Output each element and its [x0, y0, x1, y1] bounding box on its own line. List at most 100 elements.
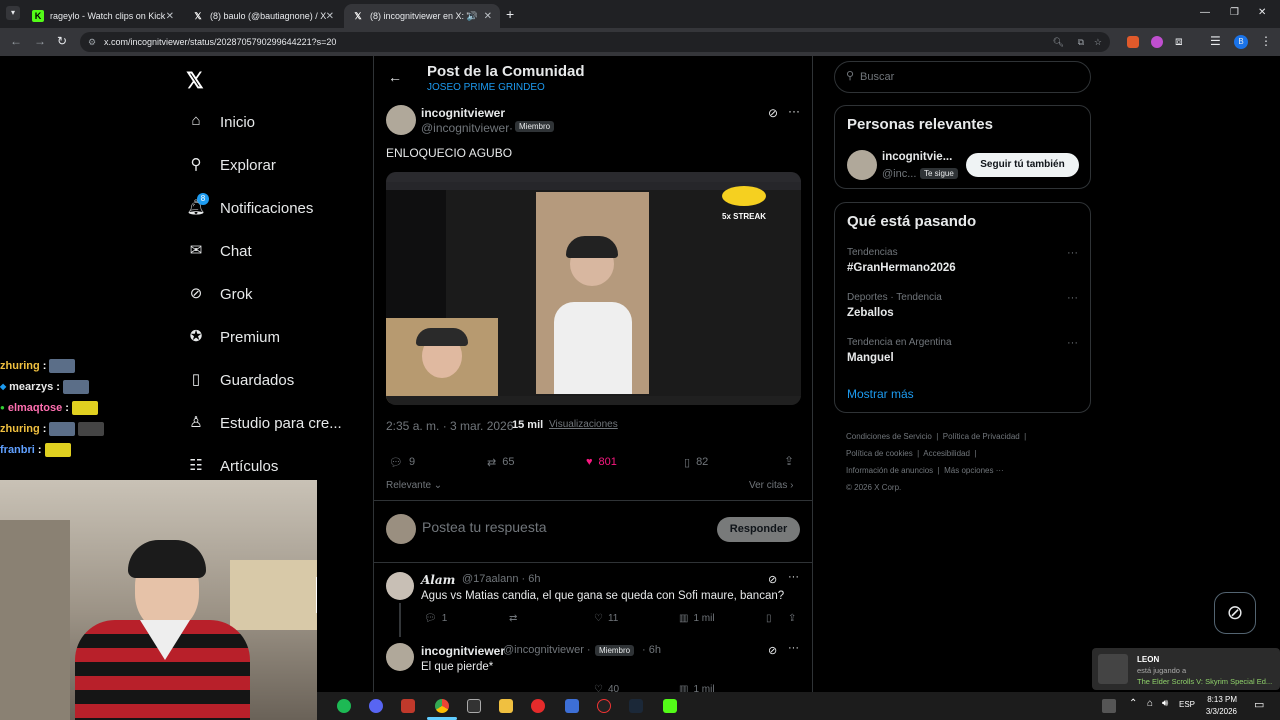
- grok-icon[interactable]: ⊘: [768, 644, 777, 657]
- obs-icon[interactable]: [597, 699, 611, 713]
- star-icon[interactable]: ☆: [1094, 32, 1102, 52]
- author-handle[interactable]: @incognitviewer: [421, 121, 509, 135]
- user-name[interactable]: incognitvie...: [882, 151, 952, 163]
- kick-icon[interactable]: [663, 699, 677, 713]
- nav-articles[interactable]: ☷ Artículos: [186, 456, 278, 476]
- reply-input[interactable]: Postea tu respuesta: [422, 519, 547, 535]
- avatar[interactable]: [386, 572, 414, 600]
- forward-button[interactable]: →: [34, 34, 46, 48]
- post-media[interactable]: 5x STREAK: [386, 172, 801, 405]
- tab-baulo[interactable]: 𝕏 (8) baulo (@bautiagnone) / X ✕: [184, 4, 342, 28]
- nav-creator-studio[interactable]: ♙ Estudio para cre...: [186, 413, 341, 433]
- close-icon[interactable]: ✕: [326, 11, 334, 22]
- reply-handle[interactable]: @17aalann · 6h: [462, 573, 540, 585]
- game-activity-toast[interactable]: LEON está jugando a The Elder Scrolls V:…: [1092, 648, 1280, 690]
- bookmark-icon[interactable]: ▯: [766, 613, 772, 624]
- speaker-icon[interactable]: 🔊: [467, 11, 478, 22]
- tab-search-button[interactable]: ▾: [6, 6, 20, 20]
- puzzle-icon[interactable]: ⧈: [1175, 34, 1183, 49]
- reply-action[interactable]: 💬︎ 9: [389, 456, 415, 469]
- extension-icon[interactable]: [1127, 36, 1139, 48]
- footer-link[interactable]: Accesibilidad: [923, 449, 970, 458]
- post-timestamp[interactable]: 2:35 a. m. · 3 mar. 2026 ·: [386, 419, 521, 433]
- app-icon[interactable]: [467, 699, 481, 713]
- grok-icon[interactable]: ⊘: [768, 106, 778, 120]
- opera-icon[interactable]: [531, 699, 545, 713]
- community-link[interactable]: JOSEO PRIME GRINDEO: [427, 82, 545, 93]
- like-action[interactable]: ♡ 11: [594, 613, 618, 624]
- chrome-icon[interactable]: [435, 699, 449, 713]
- zoom-icon[interactable]: 🔍︎: [1053, 32, 1064, 52]
- reload-button[interactable]: ↻: [57, 34, 67, 48]
- sort-dropdown[interactable]: Relevante ⌄: [386, 480, 442, 491]
- window-close-button[interactable]: ✕: [1258, 7, 1266, 18]
- footer-link[interactable]: Más opciones ···: [944, 466, 1004, 475]
- notification-center-icon[interactable]: ▭: [1254, 698, 1264, 711]
- like-action[interactable]: ♡ 40: [594, 684, 619, 692]
- reply-action[interactable]: 💬︎ 1: [424, 613, 447, 624]
- search-input[interactable]: ⚲ Buscar: [834, 61, 1091, 93]
- more-icon[interactable]: ···: [1067, 337, 1078, 349]
- nav-home[interactable]: ⌂ Inicio: [186, 112, 255, 132]
- more-icon[interactable]: ···: [788, 642, 799, 654]
- reply-handle[interactable]: @incognitviewer ·: [503, 644, 591, 656]
- share-icon[interactable]: ⇪: [784, 454, 794, 468]
- nav-grok[interactable]: ⊘ Grok: [186, 284, 253, 304]
- trend-item[interactable]: Tendencias #GranHermano2026 ···: [835, 243, 1092, 283]
- grok-icon[interactable]: ⊘: [768, 573, 777, 586]
- clock-time[interactable]: 8:13 PM: [1207, 695, 1237, 704]
- sidepanel-icon[interactable]: ☰: [1210, 34, 1221, 48]
- clock-date[interactable]: 3/3/2026: [1202, 707, 1237, 716]
- user-handle[interactable]: @inc...: [882, 168, 916, 180]
- views-action[interactable]: ▥ 1 mil: [679, 684, 715, 692]
- discord-icon[interactable]: [369, 699, 383, 713]
- x-logo-icon[interactable]: 𝕏: [186, 68, 204, 94]
- trend-item[interactable]: Deportes · Tendencia Zeballos ···: [835, 288, 1092, 328]
- nav-chat[interactable]: ✉ Chat: [186, 241, 252, 261]
- nav-premium[interactable]: ✪ Premium: [186, 327, 280, 347]
- footer-link[interactable]: Condiciones de Servicio: [846, 432, 932, 441]
- steam-icon[interactable]: [629, 699, 643, 713]
- close-icon[interactable]: ✕: [166, 11, 174, 22]
- more-icon[interactable]: ···: [1067, 247, 1078, 259]
- footer-link[interactable]: Política de Privacidad: [943, 432, 1020, 441]
- like-action[interactable]: ♥ 801: [586, 456, 617, 468]
- tray-icon[interactable]: [1102, 699, 1116, 713]
- reply-button[interactable]: Responder: [717, 517, 800, 542]
- reply-author-name[interactable]: incognitviewer: [421, 644, 505, 658]
- nav-bookmarks[interactable]: ▯ Guardados: [186, 370, 294, 390]
- tab-incognitviewer[interactable]: 𝕏 (8) incognitviewer en X: "EN 🔊 ✕: [344, 4, 500, 28]
- back-button[interactable]: ←: [10, 34, 22, 48]
- more-icon[interactable]: ···: [1067, 292, 1078, 304]
- views-action[interactable]: ▥ 1 mil: [679, 613, 715, 624]
- avatar[interactable]: [847, 150, 877, 180]
- extension-icon[interactable]: [1151, 36, 1163, 48]
- url-field[interactable]: ⚙ x.com/incognitviewer/status/2028705790…: [80, 32, 1110, 52]
- language-indicator[interactable]: ESP: [1179, 700, 1195, 709]
- views-label[interactable]: Visualizaciones: [549, 419, 618, 430]
- quotes-link[interactable]: Ver citas ›: [749, 480, 793, 491]
- repost-action[interactable]: ⇄ 65: [487, 456, 514, 469]
- author-name[interactable]: incognitviewer: [421, 106, 505, 120]
- trend-item[interactable]: Tendencia en Argentina Manguel ···: [835, 333, 1092, 373]
- avatar[interactable]: [386, 105, 416, 135]
- close-icon[interactable]: ✕: [484, 11, 492, 22]
- profile-avatar[interactable]: B: [1234, 35, 1248, 49]
- back-arrow-icon[interactable]: ←: [388, 69, 402, 85]
- tab-kick[interactable]: K rageylo - Watch clips on Kick ✕: [24, 4, 182, 28]
- folder-icon[interactable]: [499, 699, 513, 713]
- bookmark-action[interactable]: ▯ 82: [684, 456, 708, 469]
- restore-button[interactable]: ❐: [1230, 7, 1239, 18]
- volume-icon[interactable]: 🔊︎: [1162, 698, 1168, 709]
- nav-notifications[interactable]: 🔔︎ 8 Notificaciones: [186, 193, 313, 218]
- more-icon[interactable]: ···: [788, 104, 800, 118]
- new-tab-button[interactable]: +: [506, 6, 514, 22]
- voicemeeter-icon[interactable]: [401, 699, 415, 713]
- minimize-button[interactable]: —: [1200, 7, 1210, 18]
- reply-author-name[interactable]: 𝑨𝒍𝒂𝒎: [421, 573, 455, 587]
- app-icon[interactable]: [565, 699, 579, 713]
- repost-icon[interactable]: ⇄: [509, 613, 517, 624]
- network-icon[interactable]: ⌂: [1147, 698, 1153, 709]
- site-info-icon[interactable]: ⚙: [88, 32, 96, 52]
- avatar[interactable]: [386, 643, 414, 671]
